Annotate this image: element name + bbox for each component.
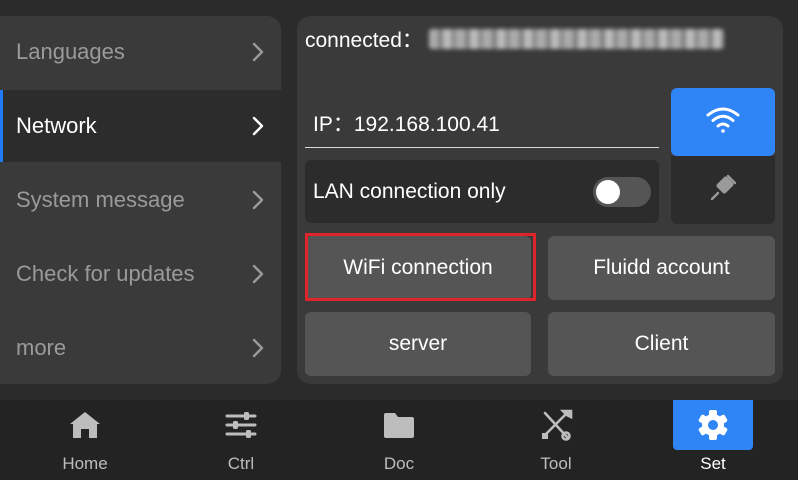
menu-item-check-for-updates[interactable]: Check for updates (0, 238, 281, 310)
menu-item-label: more (16, 335, 67, 360)
menu-item-more[interactable]: more (0, 312, 281, 384)
ip-address: IP：192.168.100.41 (305, 98, 659, 148)
network-panel: connected： IP：192.168.100.41 LAN connect (297, 16, 783, 384)
server-button[interactable]: server (305, 312, 531, 376)
fluidd-account-button[interactable]: Fluidd account (548, 236, 775, 300)
lan-only-toggle[interactable] (593, 176, 651, 207)
wifi-connection-button[interactable]: WiFi connection (305, 236, 531, 300)
ethernet-icon (708, 173, 738, 208)
lan-only-label: LAN connection only (313, 179, 506, 203)
chevron-right-icon (247, 115, 269, 137)
chevron-right-icon (247, 189, 269, 211)
gear-icon (673, 400, 753, 450)
ssid-redacted (428, 29, 724, 49)
folder-icon (359, 400, 439, 450)
menu-item-network[interactable]: Network (0, 90, 281, 162)
menu-item-label: System message (16, 187, 185, 212)
nav-label: Home (62, 454, 108, 473)
nav-ctrl[interactable]: Ctrl (201, 400, 281, 480)
connection-status: connected： (305, 24, 724, 54)
nav-home[interactable]: Home (45, 400, 125, 480)
active-indicator (0, 90, 3, 162)
settings-menu: Languages Network System message Check f… (0, 16, 281, 384)
wifi-icon (705, 106, 741, 139)
lan-only-row: LAN connection only (305, 160, 659, 223)
menu-item-label: Check for updates (16, 261, 195, 286)
client-button[interactable]: Client (548, 312, 775, 376)
bottom-nav: Home Ctrl Doc Tool Set (0, 400, 798, 480)
wifi-tab[interactable] (671, 88, 775, 156)
chevron-right-icon (247, 263, 269, 285)
nav-label: Tool (540, 454, 572, 473)
nav-tool[interactable]: Tool (516, 400, 596, 480)
menu-item-languages[interactable]: Languages (0, 16, 281, 88)
nav-label: Doc (383, 454, 415, 473)
nav-set[interactable]: Set (673, 400, 753, 480)
ethernet-tab[interactable] (671, 156, 775, 224)
connected-label: connected： (305, 29, 423, 52)
chevron-right-icon (247, 337, 269, 359)
sliders-icon (201, 400, 281, 450)
nav-doc[interactable]: Doc (359, 400, 439, 480)
menu-item-system-message[interactable]: System message (0, 164, 281, 236)
menu-item-label: Languages (16, 39, 125, 64)
home-icon (45, 400, 125, 450)
nav-label: Ctrl (227, 454, 255, 473)
nav-label: Set (700, 454, 726, 473)
tools-icon (516, 400, 596, 450)
chevron-right-icon (247, 41, 269, 63)
ip-text: IP：192.168.100.41 (313, 112, 500, 136)
toggle-knob (596, 179, 620, 204)
menu-item-label: Network (16, 113, 97, 138)
